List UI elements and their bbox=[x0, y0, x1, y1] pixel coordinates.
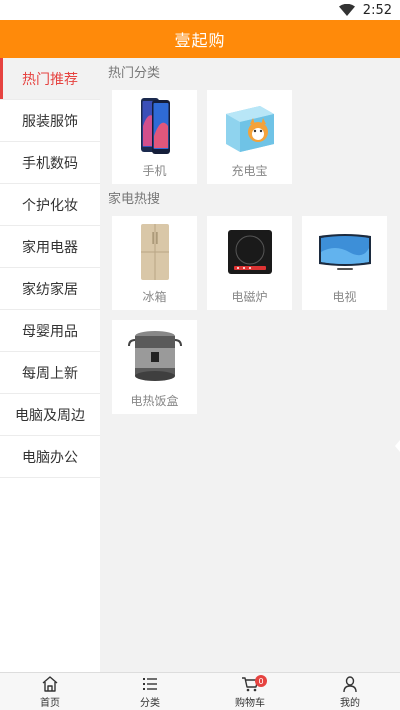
sidebar-item-label: 家用电器 bbox=[22, 239, 78, 256]
wifi-icon bbox=[338, 4, 355, 16]
app-header: 壹起购 bbox=[0, 20, 400, 58]
page-title: 壹起购 bbox=[174, 31, 226, 50]
sidebar-item-digital[interactable]: 手机数码 bbox=[0, 142, 100, 184]
lunch-box-image bbox=[127, 331, 182, 381]
product-card-tv[interactable]: 电视 bbox=[302, 216, 387, 310]
nav-category[interactable]: 分类 bbox=[100, 673, 200, 710]
sidebar-item-label: 母婴用品 bbox=[22, 323, 78, 340]
sidebar-item-weekly-new[interactable]: 每周上新 bbox=[0, 352, 100, 394]
induction-cooker-image bbox=[227, 230, 272, 274]
sidebar-item-label: 电脑及周边 bbox=[15, 407, 85, 424]
nav-cart[interactable]: 0 购物车 bbox=[200, 673, 300, 710]
power-bank-image bbox=[225, 106, 274, 152]
sidebar-item-label: 家纺家居 bbox=[22, 281, 78, 298]
nav-label: 我的 bbox=[340, 697, 360, 709]
sidebar-item-baby[interactable]: 母婴用品 bbox=[0, 310, 100, 352]
product-label: 电热饭盒 bbox=[130, 394, 179, 408]
sidebar-item-hot[interactable]: 热门推荐 bbox=[0, 58, 100, 100]
home-icon bbox=[42, 675, 58, 692]
sidebar-item-label: 个护化妆 bbox=[22, 197, 78, 214]
product-card-phone[interactable]: 手机 bbox=[112, 90, 197, 184]
sidebar-item-label: 手机数码 bbox=[22, 155, 78, 172]
sidebar-item-computer-peripherals[interactable]: 电脑及周边 bbox=[0, 394, 100, 436]
nav-label: 购物车 bbox=[235, 697, 265, 709]
category-sidebar: 热门推荐 服装服饰 手机数码 个护化妆 家用电器 家纺家居 母婴用品 每周上新 … bbox=[0, 58, 100, 672]
hot-categories-grid: 手机 充电宝 bbox=[108, 90, 400, 184]
appliance-hot-search-grid: 冰箱 电磁炉 电视 电热饭盒 bbox=[108, 216, 400, 414]
sidebar-item-clothing[interactable]: 服装服饰 bbox=[0, 100, 100, 142]
product-card-power-bank[interactable]: 充电宝 bbox=[207, 90, 292, 184]
sidebar-item-office[interactable]: 电脑办公 bbox=[0, 436, 100, 478]
product-label: 电磁炉 bbox=[231, 290, 268, 304]
sidebar-item-label: 服装服饰 bbox=[22, 113, 78, 130]
list-icon bbox=[143, 677, 157, 690]
nav-home[interactable]: 首页 bbox=[0, 673, 100, 710]
fridge-image bbox=[140, 224, 169, 280]
product-card-induction-cooker[interactable]: 电磁炉 bbox=[207, 216, 292, 310]
cart-badge: 0 bbox=[255, 675, 267, 687]
nav-label: 分类 bbox=[140, 697, 160, 709]
product-label: 冰箱 bbox=[142, 290, 167, 304]
nav-profile[interactable]: 我的 bbox=[300, 673, 400, 710]
user-icon bbox=[343, 675, 357, 692]
section-title-hot-categories: 热门分类 bbox=[108, 66, 161, 81]
edge-indicator bbox=[395, 440, 400, 452]
product-label: 手机 bbox=[142, 164, 167, 178]
sidebar-item-home-textile[interactable]: 家纺家居 bbox=[0, 268, 100, 310]
product-label: 电视 bbox=[332, 290, 357, 304]
sidebar-item-label: 电脑办公 bbox=[22, 449, 78, 466]
bottom-nav: 首页 分类 0 购物车 我的 bbox=[0, 672, 400, 710]
sidebar-item-appliances[interactable]: 家用电器 bbox=[0, 226, 100, 268]
section-title-appliance-hot-search: 家电热搜 bbox=[108, 192, 161, 207]
category-content: 热门分类 手机 充电宝 家电热搜 冰箱 电磁炉 电视 电热饭盒 bbox=[100, 58, 400, 672]
sidebar-item-label: 热门推荐 bbox=[22, 71, 78, 88]
product-label: 充电宝 bbox=[231, 164, 268, 178]
status-time: 2:52 bbox=[362, 2, 392, 18]
product-card-lunch-box[interactable]: 电热饭盒 bbox=[112, 320, 197, 414]
sidebar-item-label: 每周上新 bbox=[22, 365, 78, 382]
tv-image bbox=[318, 234, 371, 270]
phone-image bbox=[140, 98, 170, 154]
sidebar-item-cosmetics[interactable]: 个护化妆 bbox=[0, 184, 100, 226]
product-card-fridge[interactable]: 冰箱 bbox=[112, 216, 197, 310]
status-bar: 2:52 bbox=[0, 0, 400, 20]
nav-label: 首页 bbox=[40, 697, 60, 709]
